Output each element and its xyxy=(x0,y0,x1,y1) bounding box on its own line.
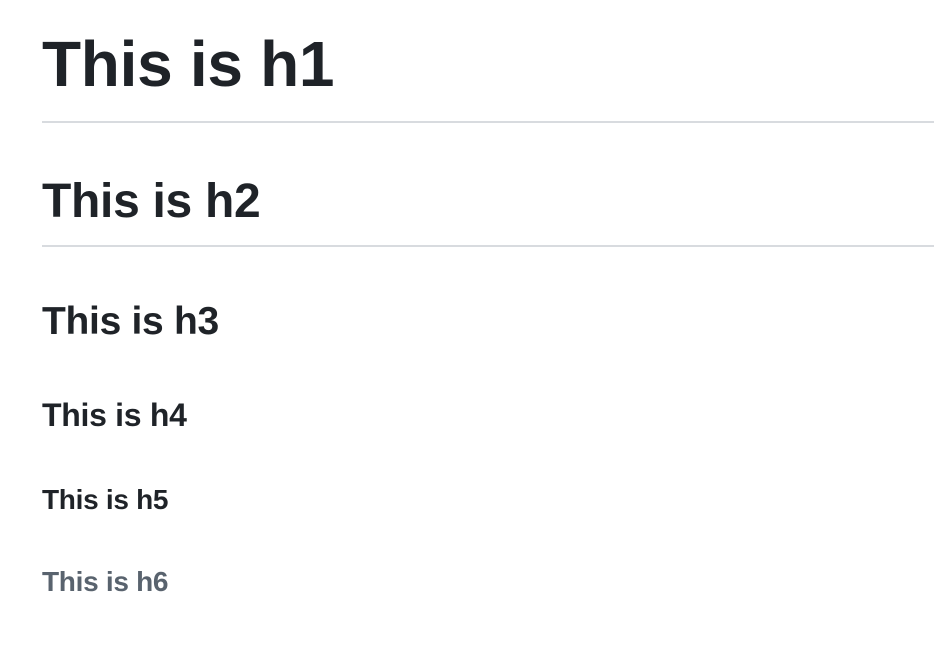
h1-divider xyxy=(42,121,934,123)
heading-h6: This is h6 xyxy=(42,566,169,597)
h2-divider xyxy=(42,245,934,247)
heading-h3: This is h3 xyxy=(42,300,219,343)
markdown-document: This is h1 This is h2 This is h3 This is… xyxy=(0,0,934,652)
heading-h5: This is h5 xyxy=(42,484,169,515)
heading-h4: This is h4 xyxy=(42,397,187,433)
heading-h1: This is h1 xyxy=(42,28,335,100)
heading-h2: This is h2 xyxy=(42,175,261,228)
